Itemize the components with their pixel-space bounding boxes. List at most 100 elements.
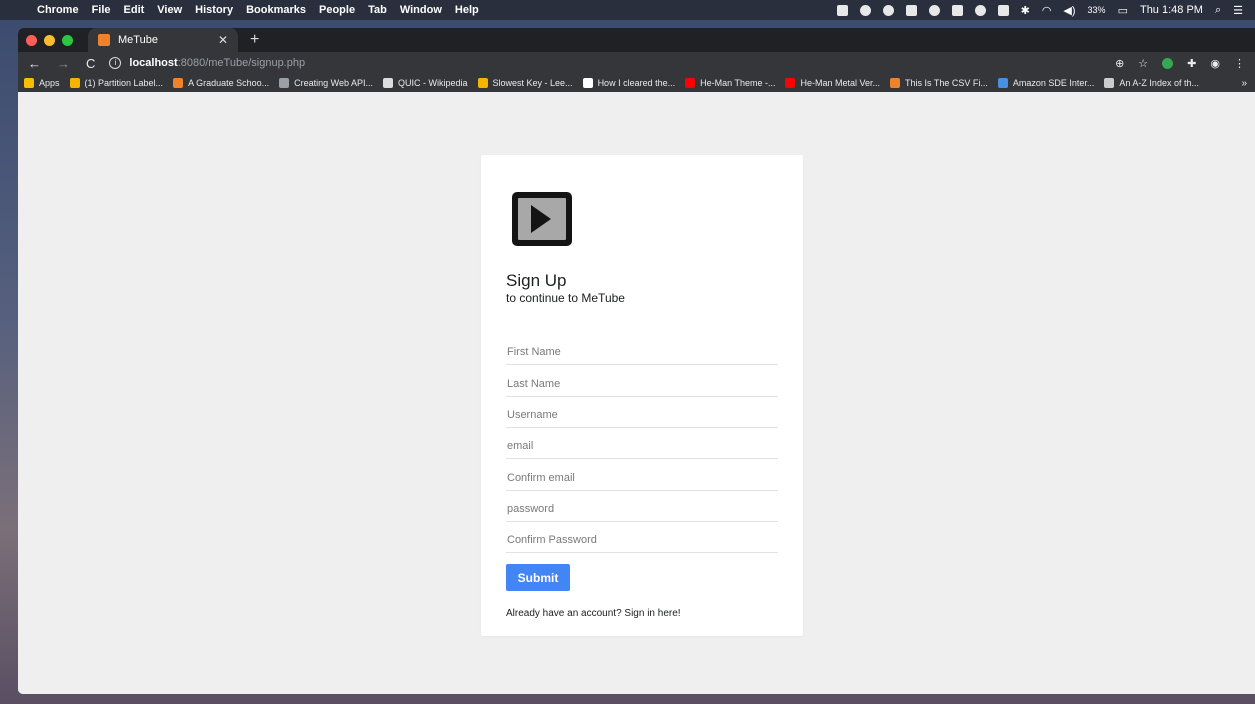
bookmark-apps[interactable]: Apps xyxy=(24,78,60,88)
page-title: Sign Up xyxy=(506,271,567,290)
bookmark-label: He-Man Metal Ver... xyxy=(800,78,881,88)
bookmark-item[interactable]: This Is The CSV Fi... xyxy=(890,78,988,88)
bluetooth-icon[interactable]: ✱ xyxy=(1021,4,1030,17)
email-input[interactable] xyxy=(506,436,778,459)
browser-window: MeTube ✕ + ← → C i localhost :8080/meTub… xyxy=(18,28,1255,694)
extensions-puzzle-icon[interactable]: ✚ xyxy=(1187,57,1196,70)
youtube-icon xyxy=(785,78,796,88)
status-area: ✱ ◠ ◀) 33% ▭ Thu 1:48 PM ⌕ ☰ xyxy=(836,4,1255,17)
menu-view[interactable]: View xyxy=(157,4,182,16)
bookmark-label: This Is The CSV Fi... xyxy=(905,78,988,88)
leetcode-icon xyxy=(477,78,488,88)
bookmark-label: An A-Z Index of th... xyxy=(1119,78,1199,88)
status-app-icon[interactable] xyxy=(928,4,940,16)
bookmarks-bar: Apps (1) Partition Label... A Graduate S… xyxy=(18,74,1255,93)
page-content: Sign Up to continue to MeTube Submit Alr… xyxy=(18,92,1255,694)
menu-file[interactable]: File xyxy=(92,4,111,16)
bookmark-item[interactable]: He-Man Theme -... xyxy=(685,78,775,88)
wikipedia-icon xyxy=(383,78,393,88)
bookmark-item[interactable]: Creating Web API... xyxy=(279,78,373,88)
menu-history[interactable]: History xyxy=(195,4,233,16)
menu-app-name[interactable]: Chrome xyxy=(37,4,79,16)
bookmark-label: Slowest Key - Lee... xyxy=(492,78,573,88)
notification-center-icon[interactable]: ☰ xyxy=(1233,4,1243,17)
metube-logo-play-icon xyxy=(512,192,572,246)
play-icon xyxy=(531,205,551,233)
bookmark-item[interactable]: Amazon SDE Inter... xyxy=(997,78,1095,88)
confirm-password-input[interactable] xyxy=(506,530,778,553)
status-app-icon[interactable] xyxy=(836,4,848,16)
site-icon xyxy=(173,78,184,88)
status-app-icon[interactable] xyxy=(951,4,963,16)
status-app-icon[interactable] xyxy=(859,4,871,16)
url-host: localhost xyxy=(129,57,178,69)
zoom-icon[interactable]: ⊕ xyxy=(1115,57,1124,70)
new-tab-button[interactable]: + xyxy=(250,31,259,49)
last-name-input[interactable] xyxy=(506,374,778,397)
site-icon xyxy=(582,78,593,88)
bookmark-item[interactable]: He-Man Metal Ver... xyxy=(785,78,880,88)
maximize-window-button[interactable] xyxy=(62,35,73,46)
url-path: :8080/meTube/signup.php xyxy=(177,57,306,69)
youtube-icon xyxy=(685,78,696,88)
bookmark-item[interactable]: Slowest Key - Lee... xyxy=(477,78,573,88)
address-bar[interactable]: i localhost :8080/meTube/signup.php xyxy=(109,57,305,69)
airplay-icon[interactable] xyxy=(997,4,1009,16)
signup-card: Sign Up to continue to MeTube Submit Alr… xyxy=(481,155,803,636)
site-icon xyxy=(279,78,290,88)
page-subtitle: to continue to MeTube xyxy=(506,291,625,305)
tab-metube[interactable]: MeTube ✕ xyxy=(88,28,238,52)
status-app-icon[interactable] xyxy=(882,4,894,16)
bookmark-label: He-Man Theme -... xyxy=(700,78,776,88)
signin-prompt: Already have an account? Sign in here! xyxy=(506,608,681,619)
metube-favicon-icon xyxy=(98,34,110,46)
bookmark-item[interactable]: A Graduate Schoo... xyxy=(173,78,269,88)
bookmark-item[interactable]: QUIC - Wikipedia xyxy=(383,78,468,88)
menu-tab[interactable]: Tab xyxy=(368,4,387,16)
info-icon[interactable]: i xyxy=(109,57,122,69)
bookmark-label: QUIC - Wikipedia xyxy=(398,78,468,88)
confirm-email-input[interactable] xyxy=(506,468,778,491)
leetcode-icon xyxy=(69,78,80,88)
menu-edit[interactable]: Edit xyxy=(124,4,145,16)
dropbox-icon[interactable] xyxy=(905,4,917,16)
close-tab-icon[interactable]: ✕ xyxy=(218,33,228,47)
chrome-menu-icon[interactable]: ⋮ xyxy=(1234,57,1245,70)
bookmark-item[interactable]: How I cleared the... xyxy=(582,78,675,88)
menu-window[interactable]: Window xyxy=(400,4,442,16)
submit-button[interactable]: Submit xyxy=(506,564,570,591)
clock[interactable]: Thu 1:48 PM xyxy=(1140,4,1203,16)
menu-help[interactable]: Help xyxy=(455,4,479,16)
reload-button[interactable]: C xyxy=(86,56,95,71)
menu-bookmarks[interactable]: Bookmarks xyxy=(246,4,306,16)
menu-people[interactable]: People xyxy=(319,4,355,16)
forward-button[interactable]: → xyxy=(57,56,70,71)
spotlight-icon[interactable]: ⌕ xyxy=(1215,4,1221,17)
wifi-icon[interactable]: ◠ xyxy=(1042,4,1052,17)
site-icon xyxy=(890,78,901,88)
back-button[interactable]: ← xyxy=(28,56,41,71)
bookmark-label: (1) Partition Label... xyxy=(84,78,164,88)
bookmark-item[interactable]: (1) Partition Label... xyxy=(69,78,164,88)
profile-icon[interactable]: ◉ xyxy=(1210,57,1220,70)
status-app-icon[interactable] xyxy=(974,4,986,16)
signin-link[interactable]: Already have an account? Sign in here! xyxy=(506,608,681,619)
bookmark-label: Amazon SDE Inter... xyxy=(1012,78,1095,88)
password-input[interactable] xyxy=(506,499,778,522)
bookmarks-overflow-button[interactable]: » xyxy=(1241,78,1247,89)
first-name-input[interactable] xyxy=(506,342,778,365)
tab-title: MeTube xyxy=(118,34,158,46)
volume-icon[interactable]: ◀) xyxy=(1063,4,1075,17)
window-controls xyxy=(26,35,73,46)
grammarly-extension-icon[interactable] xyxy=(1162,57,1174,69)
bookmark-star-icon[interactable]: ☆ xyxy=(1138,57,1148,70)
site-icon xyxy=(997,78,1008,88)
battery-icon[interactable]: ▭ xyxy=(1118,4,1128,17)
minimize-window-button[interactable] xyxy=(44,35,55,46)
username-input[interactable] xyxy=(506,405,778,428)
tab-strip: MeTube ✕ + xyxy=(18,28,1255,52)
bookmark-label: A Graduate Schoo... xyxy=(188,78,270,88)
bookmark-label: Creating Web API... xyxy=(294,78,373,88)
close-window-button[interactable] xyxy=(26,35,37,46)
bookmark-item[interactable]: An A-Z Index of th... xyxy=(1104,78,1199,88)
